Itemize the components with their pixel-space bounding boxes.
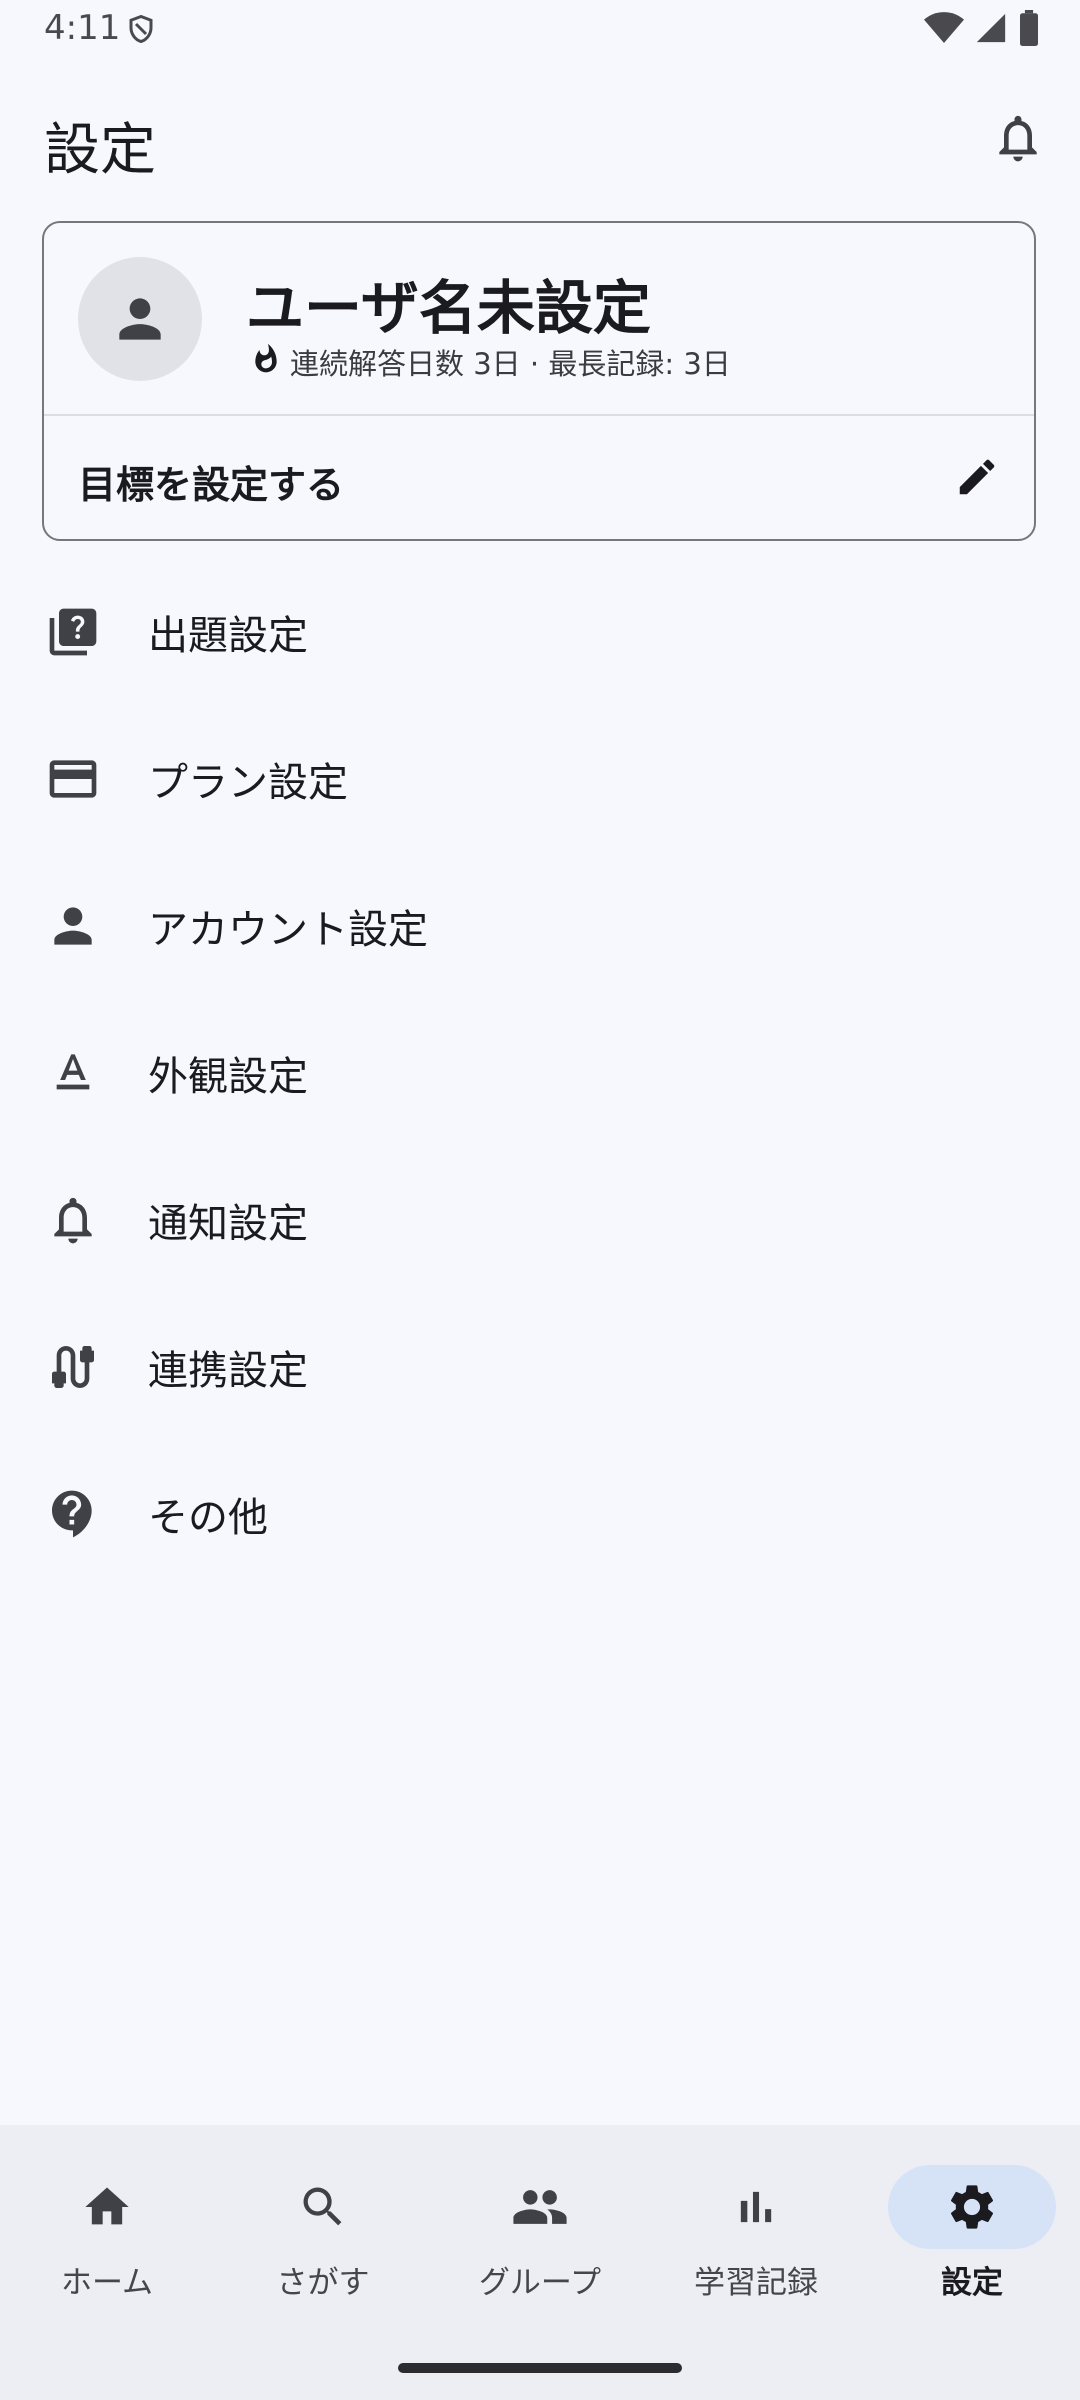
- bar-chart-icon: [740, 2191, 772, 2223]
- nav-tab-study-record[interactable]: 学習記録: [666, 2165, 846, 2302]
- nav-tab-label: ホーム: [60, 2265, 154, 2301]
- nav-tab-group[interactable]: グループ: [450, 2165, 630, 2302]
- menu-item-other[interactable]: その他: [0, 1440, 1080, 1587]
- avatar[interactable]: [78, 257, 202, 381]
- notifications-bell-icon[interactable]: [990, 108, 1046, 172]
- person-icon: [119, 298, 161, 340]
- person-icon: [44, 897, 102, 955]
- edit-pencil-icon[interactable]: [954, 454, 1000, 504]
- nav-tab-label: グループ: [478, 2265, 602, 2301]
- group-icon: [513, 2190, 567, 2224]
- menu-item-label: 外観設定: [148, 1053, 308, 1100]
- home-indicator[interactable]: [398, 2363, 682, 2373]
- fire-icon: [250, 342, 282, 383]
- cellular-signal-icon: [974, 11, 1008, 49]
- menu-item-label: プラン設定: [148, 759, 348, 806]
- nav-tab-settings[interactable]: 設定: [882, 2165, 1062, 2302]
- menu-item-label: 連携設定: [148, 1347, 308, 1394]
- menu-item-appearance-settings[interactable]: 外観設定: [0, 999, 1080, 1146]
- search-icon: [303, 2187, 342, 2226]
- set-goal-row[interactable]: 目標を設定する: [44, 416, 1034, 541]
- status-bar: 4:11: [0, 0, 1080, 62]
- active-indicator: [888, 2165, 1056, 2249]
- text-format-icon: [44, 1044, 102, 1102]
- gear-icon: [950, 2185, 994, 2229]
- nav-tab-label: さがす: [276, 2265, 370, 2301]
- menu-item-label: アカウント設定: [148, 906, 428, 953]
- settings-menu: 出題設定 プラン設定 アカウント設定 外観設定 通知設定 連携設定 その他: [0, 558, 1080, 1587]
- menu-item-question-settings[interactable]: 出題設定: [0, 558, 1080, 705]
- battery-icon: [1018, 10, 1040, 50]
- home-icon: [85, 2187, 129, 2225]
- credit-card-icon: [44, 750, 102, 808]
- page-title: 設定: [44, 118, 156, 183]
- streak-text: 連続解答日数 3日 · 最長記録: 3日: [290, 347, 731, 381]
- username: ユーザ名未設定: [246, 274, 651, 342]
- status-time: 4:11: [44, 8, 121, 48]
- streak-info: 連続解答日数 3日 · 最長記録: 3日: [250, 341, 731, 383]
- menu-item-label: 通知設定: [148, 1200, 308, 1247]
- nav-tab-label: 設定: [941, 2265, 1003, 2301]
- quiz-icon: [44, 603, 102, 661]
- nav-tab-search[interactable]: さがす: [233, 2165, 413, 2302]
- bottom-navigation: ホーム さがす グループ 学習記録 設定: [0, 2125, 1080, 2400]
- menu-item-label: その他: [148, 1494, 268, 1541]
- nav-tab-label: 学習記録: [694, 2265, 818, 2301]
- menu-item-integration-settings[interactable]: 連携設定: [0, 1293, 1080, 1440]
- menu-item-plan-settings[interactable]: プラン設定: [0, 705, 1080, 852]
- help-icon: [44, 1485, 102, 1543]
- menu-item-account-settings[interactable]: アカウント設定: [0, 852, 1080, 999]
- cable-icon: [44, 1338, 102, 1396]
- bell-icon: [44, 1191, 102, 1249]
- profile-card: ユーザ名未設定 連続解答日数 3日 · 最長記録: 3日 目標を設定する: [42, 221, 1036, 541]
- shield-icon: [126, 12, 156, 50]
- wifi-icon: [924, 11, 964, 49]
- nav-tab-home[interactable]: ホーム: [17, 2165, 197, 2302]
- set-goal-label: 目標を設定する: [78, 463, 345, 507]
- menu-item-label: 出題設定: [148, 612, 308, 659]
- menu-item-notification-settings[interactable]: 通知設定: [0, 1146, 1080, 1293]
